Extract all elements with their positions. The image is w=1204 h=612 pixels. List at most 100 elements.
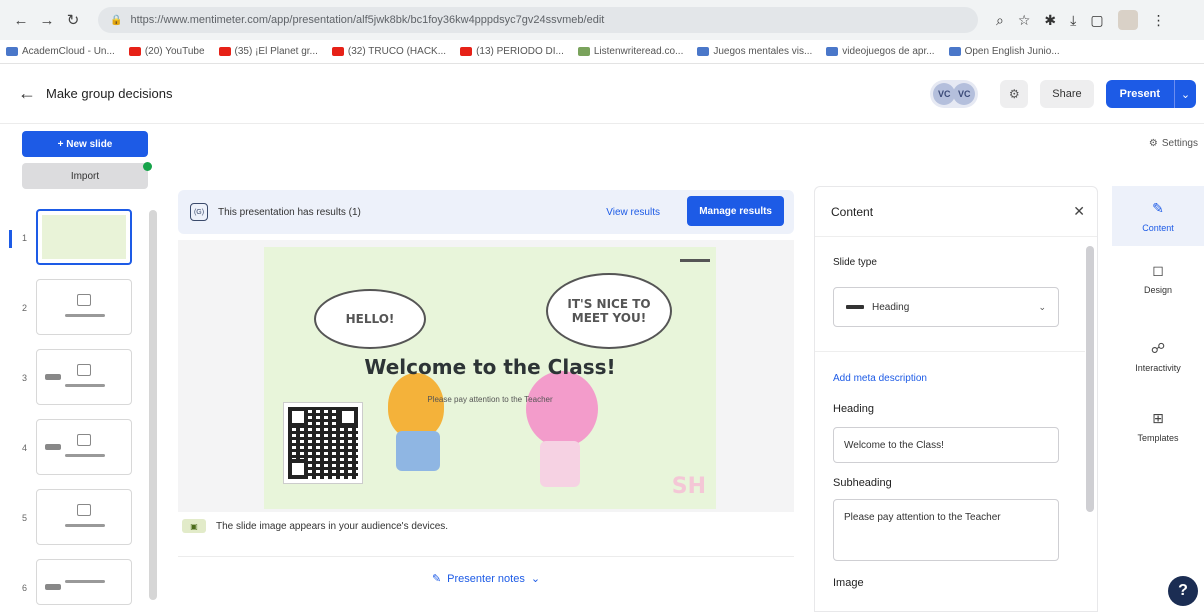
- subheading-input[interactable]: Please pay attention to the Teacher: [833, 499, 1059, 561]
- slide-type-icon: [77, 434, 91, 446]
- tab-interactivity[interactable]: ☍ Interactivity: [1112, 326, 1204, 386]
- people-icon: ☍: [1150, 339, 1166, 356]
- url-bar[interactable]: 🔒 https://www.mentimeter.com/app/present…: [98, 7, 978, 33]
- slide-thumbnail[interactable]: [36, 349, 132, 405]
- heading-label: Heading: [833, 403, 874, 415]
- page-title[interactable]: Make group decisions: [46, 86, 172, 101]
- heading-input[interactable]: Welcome to the Class!: [833, 427, 1059, 463]
- bookmark-item[interactable]: (32) TRUCO (HACK...: [331, 46, 446, 57]
- qr-code-image: [283, 402, 363, 484]
- settings-link[interactable]: ⚙ Settings: [1149, 138, 1198, 149]
- bookmark-item[interactable]: (35) ¡El Planet gr...: [218, 46, 318, 57]
- speech-bubble-hello: HELLO!: [314, 289, 426, 349]
- thumbnail-text-line: [65, 314, 105, 317]
- slide-preview[interactable]: HELLO! IT'S NICE TO MEET YOU! Welcome to…: [264, 247, 716, 509]
- reload-icon[interactable]: ↻: [62, 9, 84, 31]
- bookmark-icon: [697, 47, 710, 56]
- slide-thumbnail-row[interactable]: 5: [0, 489, 150, 547]
- bookmark-item[interactable]: Open English Junio...: [948, 46, 1060, 57]
- slide-thumbnail[interactable]: [36, 279, 132, 335]
- panel-header: Content ✕: [815, 187, 1097, 237]
- browser-actions: ⌕ ☆ ✱ ⤓ ▢ ⋮: [996, 10, 1166, 30]
- slide-type-value: Heading: [872, 301, 910, 313]
- bookmark-item[interactable]: Listenwriteread.co...: [577, 46, 683, 57]
- bookmark-icon: [6, 47, 18, 56]
- forward-arrow-icon[interactable]: →: [36, 9, 58, 31]
- tab-content[interactable]: ✎ Content: [1112, 186, 1204, 246]
- youtube-icon: [218, 47, 231, 56]
- extension-icon[interactable]: ✱: [1044, 12, 1056, 29]
- bookmark-item[interactable]: AcademCloud - Un...: [6, 46, 115, 57]
- thumbnail-text-line: [45, 444, 61, 450]
- pink-character-body: [540, 441, 580, 487]
- share-button[interactable]: Share: [1040, 80, 1094, 108]
- slide-type-icon: [77, 294, 91, 306]
- star-icon[interactable]: ☆: [1018, 12, 1031, 29]
- youtube-icon: [460, 47, 473, 56]
- thumbnail-text-line: [45, 584, 61, 590]
- bookmark-icon: [948, 47, 961, 56]
- back-arrow-icon[interactable]: ←: [10, 9, 32, 31]
- tab-design[interactable]: ◻ Design: [1112, 248, 1204, 308]
- profile-avatar[interactable]: [1117, 10, 1138, 30]
- thumbnail-text-line: [65, 580, 105, 583]
- app-header: ← Make group decisions VC VC ⚙ Share Pre…: [0, 64, 1204, 124]
- slide-thumbnail-row[interactable]: 6: [0, 559, 150, 612]
- pencil-icon: ✎: [431, 573, 442, 585]
- close-icon[interactable]: ✕: [1073, 203, 1085, 220]
- slide-number: 4: [22, 443, 28, 453]
- slide-thumbnail[interactable]: [36, 419, 132, 475]
- speech-bubble-nice: IT'S NICE TO MEET YOU!: [546, 273, 672, 349]
- presenter-notes-toggle[interactable]: ✎ Presenter notes ⌄: [178, 556, 794, 600]
- url-text: https://www.mentimeter.com/app/presentat…: [130, 14, 605, 26]
- download-icon[interactable]: ⤓: [1070, 12, 1076, 29]
- presenter-notes-label: Presenter notes: [447, 572, 525, 585]
- slide-note-text: The slide image appears in your audience…: [216, 520, 449, 532]
- settings-gear-button[interactable]: ⚙: [1000, 80, 1029, 108]
- view-results-link[interactable]: View results: [606, 207, 660, 218]
- window-icon[interactable]: ▢: [1090, 12, 1103, 29]
- present-button-label: Present: [1119, 88, 1160, 100]
- bookmarks-bar: AcademCloud - Un... (20) YouTube (35) ¡E…: [0, 40, 1204, 64]
- qr-finder: [338, 407, 358, 427]
- bookmark-item[interactable]: videojuegos de apr...: [826, 46, 935, 57]
- bookmark-item[interactable]: Juegos mentales vis...: [697, 46, 812, 57]
- content-panel: Content ✕ Slide type Heading ⌄ Add meta …: [814, 186, 1098, 612]
- browser-toolbar: ← → ↻ 🔒 https://www.mentimeter.com/app/p…: [0, 0, 1204, 40]
- bookmark-item[interactable]: (20) YouTube: [128, 46, 205, 57]
- youtube-icon: [128, 47, 141, 56]
- results-banner-text: This presentation has results (1): [218, 206, 361, 218]
- present-button[interactable]: Present ⌄: [1105, 80, 1196, 108]
- manage-results-button[interactable]: Manage results: [687, 196, 784, 226]
- thumbnail-text-line: [65, 454, 105, 457]
- slide-number: 2: [22, 303, 28, 313]
- slide-number: 1: [22, 233, 28, 243]
- paint-icon: ◻: [1152, 261, 1164, 278]
- new-slide-button[interactable]: + New slide: [22, 131, 148, 157]
- slide-thumbnail-row[interactable]: 1: [0, 209, 150, 267]
- zoom-icon[interactable]: ⌕: [996, 12, 1004, 29]
- slide-type-select[interactable]: Heading ⌄: [833, 287, 1059, 327]
- slide-thumbnail[interactable]: [36, 489, 132, 545]
- gear-icon: ⚙: [1008, 87, 1020, 101]
- panel-scrollbar[interactable]: [1086, 246, 1094, 512]
- collaborator-avatars[interactable]: VC VC: [930, 80, 979, 108]
- tab-templates[interactable]: ⊞ Templates: [1112, 396, 1204, 456]
- bookmark-item[interactable]: (13) PERIODO DI...: [460, 46, 564, 57]
- add-description-link[interactable]: Add meta description: [833, 373, 927, 384]
- menu-dots-icon[interactable]: ⋮: [1152, 12, 1166, 29]
- slide-number: 5: [22, 513, 28, 523]
- slide-thumbnail[interactable]: [36, 209, 132, 265]
- slide-thumbnail[interactable]: [36, 559, 132, 605]
- help-button[interactable]: ?: [1168, 576, 1198, 606]
- back-arrow-icon[interactable]: ←: [18, 83, 36, 104]
- thumbnail-text-line: [45, 374, 61, 380]
- bookmark-icon: [577, 47, 590, 56]
- slide-thumbnail-row[interactable]: 4: [0, 419, 150, 477]
- chevron-down-icon[interactable]: ⌄: [1174, 80, 1196, 108]
- import-button[interactable]: Import: [22, 163, 148, 189]
- slide-rail-scrollbar[interactable]: [149, 210, 157, 600]
- avatar: VC: [933, 83, 956, 105]
- slide-thumbnail-row[interactable]: 3: [0, 349, 150, 407]
- slide-thumbnail-row[interactable]: 2: [0, 279, 150, 337]
